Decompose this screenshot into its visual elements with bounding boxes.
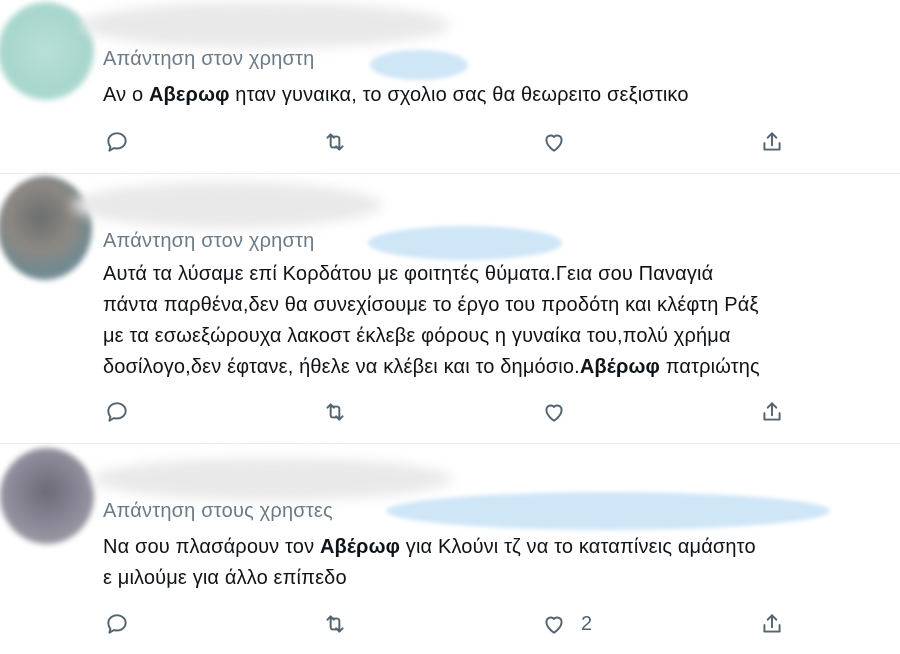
share-button[interactable] (759, 127, 785, 157)
like-icon (545, 616, 563, 634)
text-line: Αυτά τα λύσαμε επί Κορδάτου με φοιτητές … (103, 263, 714, 285)
tweet-text: Να σου πλασάρουν τον Αβέρωφ για Κλούνι τ… (103, 532, 756, 594)
tweet-1[interactable]: Απάντηση στον χρηστη Αν ο Αβερωφ ηταν γυ… (0, 0, 900, 172)
share-button[interactable] (759, 609, 785, 639)
avatar[interactable] (0, 2, 94, 100)
like-count: 2 (581, 612, 593, 635)
reply-icon (107, 402, 127, 422)
text-segment: ηταν γυναικα, το σχολιο σας θα θεωρειτο … (229, 84, 689, 106)
text-segment: πατριώτης (660, 356, 760, 378)
replied-handle-redacted[interactable] (368, 226, 562, 260)
avatar[interactable] (0, 448, 94, 544)
like-icon (545, 404, 563, 422)
mention-bold: Αβέρωφ (579, 356, 660, 378)
share-button[interactable] (759, 397, 785, 427)
retweet-icon (326, 133, 344, 151)
like-icon (545, 134, 563, 152)
retweet-button[interactable] (322, 397, 348, 427)
author-name-redacted (92, 458, 452, 500)
like-button[interactable] (541, 397, 581, 427)
avatar[interactable] (0, 176, 92, 280)
tweet-text: Αν ο Αβερωφ ηταν γυναικα, το σχολιο σας … (103, 80, 689, 111)
text-segment: για Κλούνι τζ να το καταπίνεις αμάσητο (400, 536, 756, 558)
tweet-3[interactable]: Απάντηση στους χρηστες Να σου πλασάρουν … (0, 444, 900, 654)
reply-icon (107, 614, 127, 634)
reply-prefix: Απάντηση στον χρηστη (103, 230, 315, 252)
text-line: ε μιλούμε για άλλο επίπεδο (103, 567, 347, 589)
tweet-actions (0, 397, 900, 427)
reply-icon (107, 132, 127, 152)
author-name-redacted (72, 182, 382, 228)
tweet-actions: 2 (0, 609, 900, 639)
reply-prefix: Απάντηση στους χρηστες (103, 500, 333, 522)
retweet-button[interactable] (322, 127, 348, 157)
text-line: πάντα παρθένα,δεν θα συνεχίσουμε το έργο… (103, 294, 759, 316)
mention-bold: Αβερωφ (148, 84, 230, 106)
tweet-actions (0, 127, 900, 157)
retweet-icon (326, 403, 344, 421)
share-icon (763, 614, 781, 633)
reply-button[interactable] (104, 609, 130, 639)
text-line: με τα εσωεξώρουχα λακοστ έκλεβε φόρους η… (103, 325, 731, 347)
share-icon (763, 132, 781, 151)
replied-handle-redacted[interactable] (386, 492, 830, 530)
mention-bold: Αβέρωφ (319, 536, 401, 558)
like-button[interactable]: 2 (541, 609, 592, 639)
tweet-text: Αυτά τα λύσαμε επί Κορδάτου με φοιτητές … (103, 259, 760, 383)
reply-button[interactable] (104, 127, 130, 157)
reply-context: Απάντηση στον χρηστη (103, 230, 314, 253)
reply-context: Απάντηση στον χρηστη (103, 48, 314, 71)
text-segment: Αν ο (103, 84, 149, 106)
retweet-icon (326, 615, 344, 633)
reply-context: Απάντηση στους χρηστες (103, 500, 333, 523)
like-button[interactable] (541, 127, 581, 157)
author-name-redacted (80, 2, 450, 48)
replied-handle-redacted[interactable] (370, 50, 468, 80)
text-segment: Να σου πλασάρουν τον (103, 536, 320, 558)
retweet-button[interactable] (322, 609, 348, 639)
text-segment: δοσίλογο,δεν έφτανε, ήθελε να κλέβει και… (103, 356, 580, 378)
tweet-2[interactable]: Απάντηση στον χρηστη Αυτά τα λύσαμε επί … (0, 174, 900, 444)
reply-prefix: Απάντηση στον χρηστη (103, 48, 315, 70)
reply-button[interactable] (104, 397, 130, 427)
share-icon (763, 402, 781, 421)
